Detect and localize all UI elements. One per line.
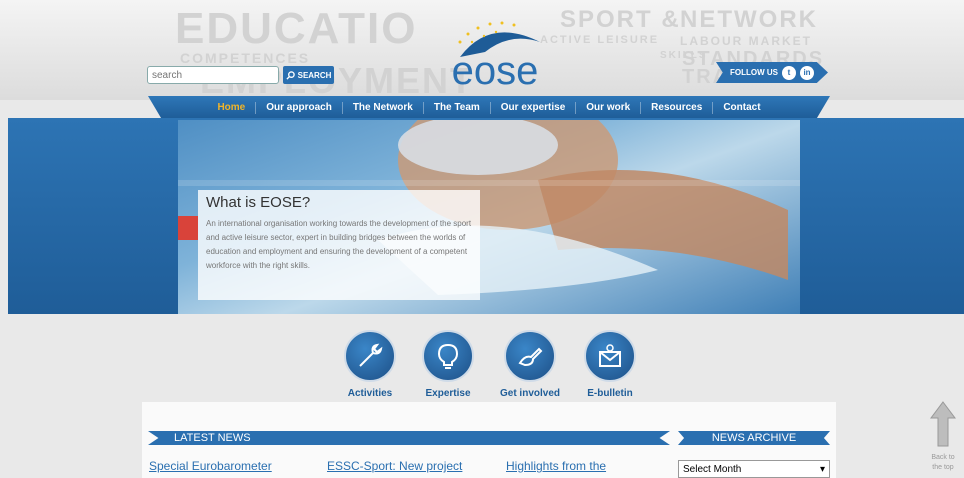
bg-word: EDUCATIO bbox=[175, 4, 418, 53]
logo-text: eose bbox=[452, 49, 539, 92]
back-to-top-button[interactable]: Back to the top bbox=[927, 400, 959, 473]
feature-get-involved[interactable]: Get involved bbox=[490, 330, 570, 399]
search-icon bbox=[286, 70, 295, 80]
latest-news-header: LATEST NEWS bbox=[148, 431, 670, 445]
main-nav: Home Our approach The Network The Team O… bbox=[148, 96, 830, 119]
month-select-value: Select Month bbox=[683, 463, 742, 475]
wrench-icon bbox=[344, 330, 396, 382]
nav-item-resources[interactable]: Resources bbox=[641, 101, 714, 114]
feature-icons: Activities Expertise Get involved E-bull… bbox=[330, 330, 650, 400]
bg-word: SPORT & bbox=[560, 6, 681, 33]
news-link[interactable]: Special Eurobarometer bbox=[149, 459, 272, 473]
search-button-label: SEARCH bbox=[297, 70, 332, 80]
bg-word: NETWORK bbox=[680, 6, 818, 33]
eose-logo[interactable]: eose bbox=[430, 12, 560, 92]
nav-item-home[interactable]: Home bbox=[207, 101, 257, 114]
search-input[interactable] bbox=[147, 66, 279, 84]
nav-item-the-team[interactable]: The Team bbox=[424, 101, 491, 114]
feature-label: Activities bbox=[347, 388, 393, 399]
news-link[interactable]: ESSC-Sport: New project bbox=[327, 459, 462, 473]
linkedin-icon[interactable]: in bbox=[800, 65, 814, 80]
dropdown-arrow-icon: ▾ bbox=[819, 463, 825, 475]
bg-word: LABOUR MARKET bbox=[680, 34, 812, 48]
nav-item-the-network[interactable]: The Network bbox=[343, 101, 424, 114]
follow-label: FOLLOW US bbox=[730, 68, 778, 77]
feature-activities[interactable]: Activities bbox=[330, 330, 410, 399]
pen-hand-icon bbox=[504, 330, 556, 382]
month-select[interactable]: Select Month ▾ bbox=[678, 460, 830, 478]
nav-item-our-approach[interactable]: Our approach bbox=[256, 101, 343, 114]
hero-body: An international organisation working to… bbox=[206, 219, 472, 270]
feature-e-bulletin[interactable]: E-bulletin bbox=[570, 330, 650, 399]
twitter-icon[interactable]: t bbox=[782, 65, 796, 80]
feature-label: Get involved bbox=[499, 388, 560, 399]
nav-item-contact[interactable]: Contact bbox=[713, 102, 770, 114]
back-to-top-label: Back to the top bbox=[931, 454, 955, 471]
nav-item-our-work[interactable]: Our work bbox=[576, 101, 642, 114]
follow-us-banner: FOLLOW US t in bbox=[716, 62, 828, 83]
nav-item-our-expertise[interactable]: Our expertise bbox=[491, 101, 577, 114]
feature-expertise[interactable]: Expertise bbox=[408, 330, 488, 399]
news-archive-title: NEWS ARCHIVE bbox=[711, 432, 797, 444]
latest-news-title: LATEST NEWS bbox=[174, 432, 251, 444]
arrow-up-icon bbox=[930, 401, 956, 447]
search-button[interactable]: SEARCH bbox=[283, 66, 334, 84]
hero-text-box: What is EOSE? An international organisat… bbox=[198, 190, 480, 300]
hero-title: What is EOSE? bbox=[206, 194, 311, 211]
lightbulb-icon bbox=[422, 330, 474, 382]
envelope-at-icon bbox=[584, 330, 636, 382]
feature-label: E-bulletin bbox=[587, 388, 633, 399]
news-archive-header: NEWS ARCHIVE bbox=[678, 431, 830, 445]
site-header: EDUCATIO SPORT & NETWORK COMPETENCES ACT… bbox=[0, 0, 964, 100]
feature-label: Expertise bbox=[425, 388, 471, 399]
news-link[interactable]: Highlights from the bbox=[506, 459, 606, 473]
